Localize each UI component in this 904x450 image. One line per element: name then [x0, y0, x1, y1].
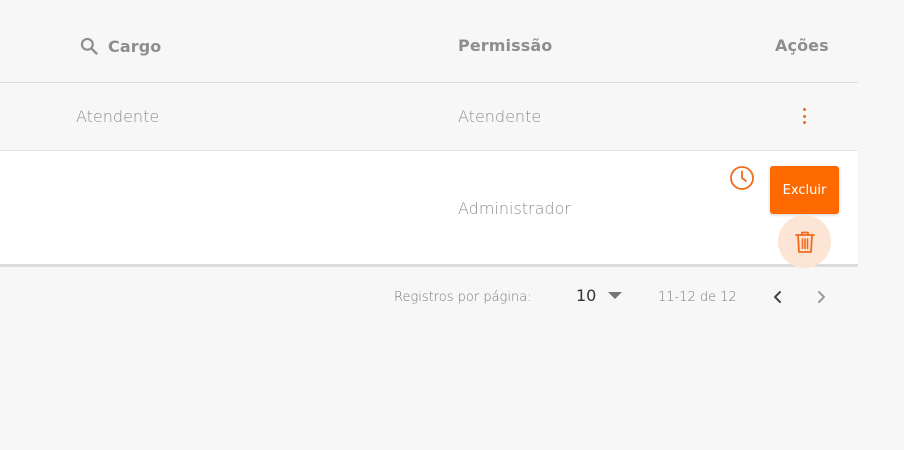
- cell-permissao: Administrador: [458, 199, 571, 218]
- data-table: Cargo Permissão Ações Atendente Atendent…: [0, 0, 858, 268]
- clock-icon[interactable]: [729, 165, 755, 191]
- chevron-left-icon[interactable]: [769, 288, 787, 306]
- rows-per-page-label: Registros por página:: [394, 290, 532, 305]
- table-row: Administrador Excluir: [0, 151, 858, 268]
- chevron-right-icon[interactable]: [812, 288, 830, 306]
- cell-permissao: Atendente: [458, 107, 542, 126]
- delete-button[interactable]: Excluir: [770, 166, 839, 214]
- trash-button[interactable]: [778, 215, 831, 268]
- arrow-drop-down-icon[interactable]: [608, 291, 623, 300]
- column-header-acoes: Ações: [775, 36, 829, 55]
- table-row: Atendente Atendente: [0, 83, 858, 151]
- column-header-permissao: Permissão: [458, 36, 553, 55]
- pagination: Registros por página: 10 11-12 de 12: [0, 286, 858, 310]
- cell-cargo: Atendente: [76, 107, 160, 126]
- trash-icon: [794, 231, 815, 253]
- column-header-cargo[interactable]: Cargo: [79, 36, 161, 56]
- rows-per-page-value[interactable]: 10: [576, 286, 596, 305]
- page-range: 11-12 de 12: [658, 290, 737, 305]
- column-header-cargo-label: Cargo: [108, 36, 162, 56]
- rows-per-page-select[interactable]: 10: [576, 286, 623, 305]
- table-header: Cargo Permissão Ações: [0, 0, 858, 83]
- more-vert-icon[interactable]: [798, 107, 810, 125]
- search-icon[interactable]: [79, 36, 99, 56]
